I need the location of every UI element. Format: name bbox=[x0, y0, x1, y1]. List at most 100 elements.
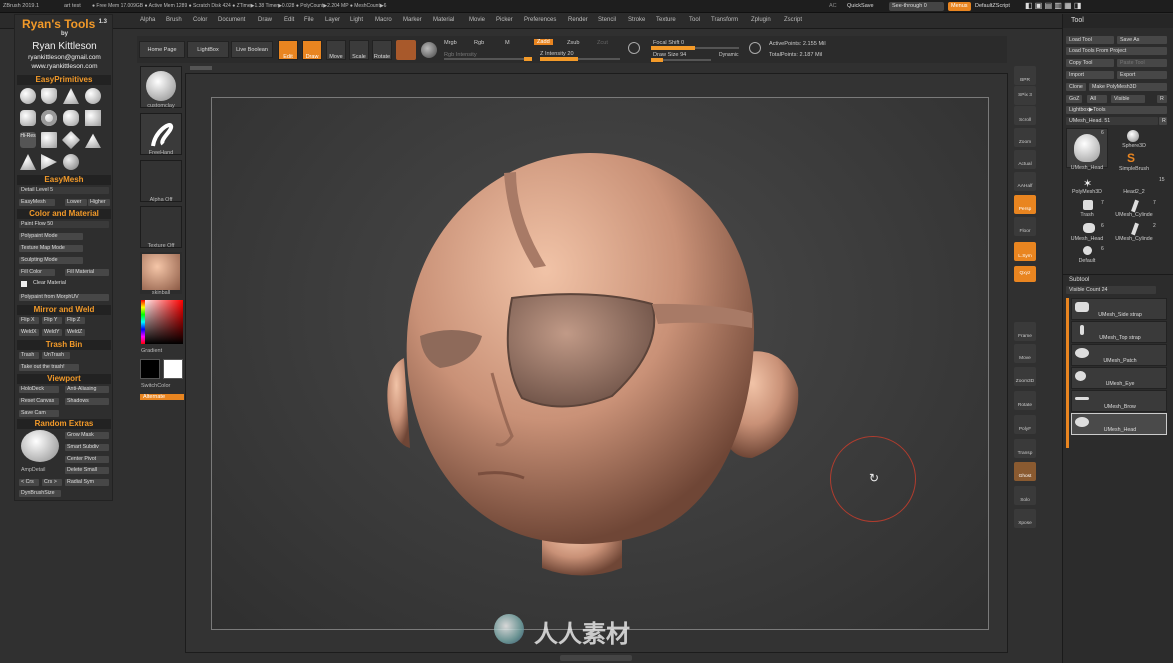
menu-marker[interactable]: Marker bbox=[403, 17, 422, 23]
rgb-intensity-track[interactable] bbox=[444, 57, 532, 61]
head-small-icon[interactable] bbox=[1083, 223, 1095, 233]
bpr-button[interactable]: BPR bbox=[1014, 66, 1036, 85]
main-color-swatch[interactable] bbox=[163, 359, 183, 379]
default-thumb-icon[interactable] bbox=[1083, 246, 1092, 255]
sculpting-mode-button[interactable]: Sculpting Mode bbox=[19, 257, 83, 264]
menu-alpha[interactable]: Alpha bbox=[140, 17, 155, 23]
trash-button[interactable]: Trash bbox=[19, 352, 39, 359]
flip-z-button[interactable]: Flip Z bbox=[65, 317, 85, 324]
ac-toggle[interactable]: AC bbox=[826, 2, 840, 11]
menu-movie[interactable]: Movie bbox=[469, 17, 485, 23]
sphere-primitive-icon[interactable] bbox=[20, 88, 36, 104]
zsub-button[interactable]: Zsub bbox=[567, 40, 579, 46]
fill-material-button[interactable]: Fill Material bbox=[65, 269, 109, 276]
menu-render[interactable]: Render bbox=[568, 17, 588, 23]
helix-primitive-icon[interactable] bbox=[63, 110, 79, 126]
draw-size-track[interactable] bbox=[651, 58, 711, 62]
zadd-button[interactable]: Zadd bbox=[534, 39, 553, 45]
subtool-row[interactable]: UMesh_Brow bbox=[1071, 390, 1167, 412]
window-controls-icon[interactable]: ◧ ▣ ▤ ▥ ▦ ◨ bbox=[1022, 2, 1084, 11]
xpose-button[interactable]: Xpose bbox=[1014, 509, 1036, 528]
clear-material-checkbox[interactable] bbox=[21, 281, 27, 287]
pyramid-primitive-icon[interactable] bbox=[85, 133, 101, 148]
center-pivot-button[interactable]: Center Pivot bbox=[65, 456, 109, 463]
save-cam-button[interactable]: Save Cam bbox=[19, 410, 59, 417]
brush-selector[interactable] bbox=[140, 66, 182, 108]
alternate-button[interactable]: Alternate bbox=[140, 394, 184, 400]
menu-stencil[interactable]: Stencil bbox=[598, 17, 616, 23]
m-button[interactable]: M bbox=[505, 40, 510, 46]
polyframe-button[interactable]: PolyF bbox=[1014, 415, 1036, 434]
lightbox-tools-button[interactable]: Lightbox▶Tools bbox=[1066, 106, 1167, 114]
lower-button[interactable]: Lower bbox=[65, 199, 87, 206]
trash-thumb-icon[interactable] bbox=[1083, 200, 1093, 210]
menus-button[interactable]: Menus bbox=[948, 2, 971, 11]
current-tool-slider[interactable]: UMesh_Head. 51 bbox=[1066, 117, 1158, 125]
quicksave-button[interactable]: QuickSave bbox=[844, 2, 877, 11]
focal-shift-track[interactable] bbox=[651, 46, 739, 50]
subtool-row[interactable]: UMesh_Side strap bbox=[1071, 298, 1167, 320]
crs-prev-button[interactable]: < Crs bbox=[19, 479, 39, 486]
rgb-button[interactable]: Rgb bbox=[474, 40, 484, 46]
clone-button[interactable]: Clone bbox=[1066, 83, 1086, 91]
stroke-selector[interactable] bbox=[140, 113, 182, 155]
menu-tool[interactable]: Tool bbox=[689, 17, 700, 23]
scroll-button[interactable]: Scroll bbox=[1014, 106, 1036, 125]
prism-primitive-icon[interactable] bbox=[20, 154, 36, 170]
see-through-slider[interactable]: See-through 0 bbox=[889, 2, 944, 11]
detail-level-slider[interactable]: Detail Level 5 bbox=[19, 187, 109, 194]
menu-texture[interactable]: Texture bbox=[656, 17, 676, 23]
hue-strip[interactable] bbox=[141, 300, 145, 344]
flip-y-button[interactable]: Flip Y bbox=[42, 317, 62, 324]
reset-canvas-button[interactable]: Reset Canvas bbox=[19, 398, 59, 405]
menu-preferences[interactable]: Preferences bbox=[524, 17, 556, 23]
menu-stroke[interactable]: Stroke bbox=[628, 17, 645, 23]
holodeck-button[interactable]: HoloDeck bbox=[19, 386, 59, 393]
cylinder2-thumb-icon[interactable] bbox=[1131, 222, 1139, 236]
load-tools-from-project-button[interactable]: Load Tools From Project bbox=[1066, 47, 1167, 55]
geosphere-primitive-icon[interactable] bbox=[63, 154, 79, 170]
untrash-button[interactable]: UnTrash bbox=[42, 352, 70, 359]
subtool-scrollbar[interactable] bbox=[1066, 298, 1069, 448]
cylinder-thumb-icon[interactable] bbox=[1131, 199, 1139, 213]
menu-zplugin[interactable]: Zplugin bbox=[751, 17, 771, 23]
torus-primitive-icon[interactable] bbox=[41, 110, 57, 126]
menu-material[interactable]: Material bbox=[433, 17, 454, 23]
cylinder2-primitive-icon[interactable] bbox=[20, 110, 36, 126]
menu-document[interactable]: Document bbox=[218, 17, 245, 23]
dynamic-toggle[interactable]: Dynamic bbox=[719, 52, 738, 58]
menu-zscript[interactable]: Zscript bbox=[784, 17, 802, 23]
move-nav-button[interactable]: Move bbox=[1014, 344, 1036, 363]
current-tool-r-button[interactable]: R bbox=[1159, 117, 1167, 125]
solo-button[interactable]: Solo bbox=[1014, 486, 1036, 505]
menu-brush[interactable]: Brush bbox=[166, 17, 182, 23]
import-button[interactable]: Import bbox=[1066, 71, 1114, 79]
weld-y-button[interactable]: WeldY bbox=[42, 329, 62, 336]
menu-file[interactable]: File bbox=[304, 17, 314, 23]
cylinder-primitive-icon[interactable] bbox=[41, 88, 57, 104]
fill-color-button[interactable]: Fill Color bbox=[19, 269, 55, 276]
mrgb-button[interactable]: Mrgb bbox=[444, 40, 457, 46]
lightbox-button[interactable]: LightBox bbox=[187, 41, 229, 58]
aahalf-button[interactable]: AAHalf bbox=[1014, 172, 1036, 191]
anti-aliasing-button[interactable]: Anti-Aliasing bbox=[65, 386, 109, 393]
z-intensity-track[interactable] bbox=[540, 57, 620, 61]
color-sphere-icon[interactable] bbox=[421, 42, 437, 58]
alpha-selector[interactable] bbox=[140, 160, 182, 202]
diamond-primitive-icon[interactable] bbox=[61, 130, 81, 150]
paste-tool-button[interactable]: Paste Tool bbox=[1117, 59, 1167, 67]
move-button[interactable]: Move bbox=[326, 40, 346, 60]
polypaint-mode-button[interactable]: Polypaint Mode bbox=[19, 233, 83, 240]
crs-next-button[interactable]: Crs > bbox=[42, 479, 62, 486]
qxyz-button[interactable]: Qxyz bbox=[1014, 266, 1036, 282]
plane-primitive-icon[interactable] bbox=[85, 110, 101, 126]
actual-button[interactable]: Actual bbox=[1014, 150, 1036, 169]
sphere3d-icon[interactable] bbox=[1127, 130, 1139, 142]
secondary-color-swatch[interactable] bbox=[140, 359, 160, 379]
zcut-button[interactable]: Zcut bbox=[597, 40, 608, 46]
subtool-row[interactable]: UMesh_Top strap bbox=[1071, 321, 1167, 343]
r-button[interactable]: R bbox=[1157, 95, 1167, 103]
visible-button[interactable]: Visible bbox=[1111, 95, 1145, 103]
goz-button[interactable]: GoZ bbox=[1066, 95, 1082, 103]
menu-light[interactable]: Light bbox=[350, 17, 363, 23]
